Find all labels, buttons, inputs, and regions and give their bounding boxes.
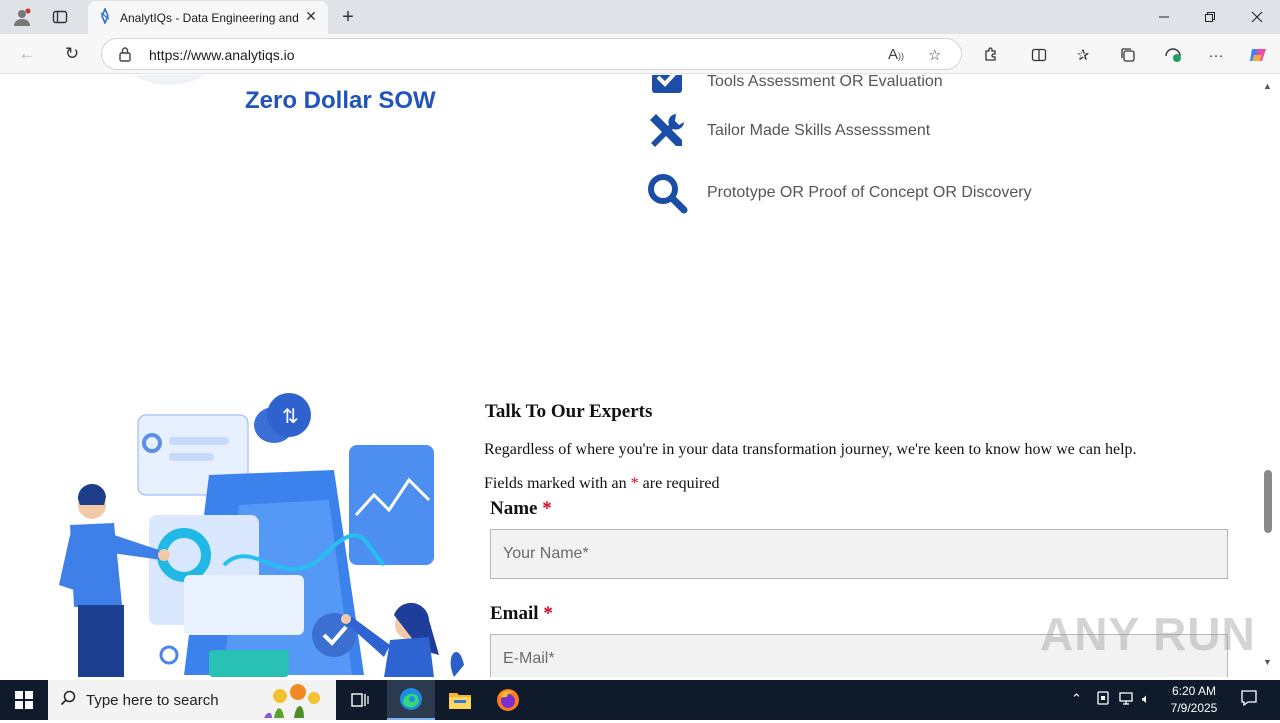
name-field[interactable] xyxy=(490,529,1228,579)
decorative-circle xyxy=(99,75,239,85)
browser-toolbar: ← ↻ https://www.analytiqs.io A)) ☆ ✰ ··· xyxy=(0,34,1280,74)
browser-essentials-icon[interactable] xyxy=(1162,44,1184,66)
name-required-star: * xyxy=(542,498,552,519)
checkbox-icon xyxy=(646,75,688,103)
volume-icon[interactable]: 🔈︎ xyxy=(1142,691,1150,707)
read-aloud-icon[interactable]: A)) xyxy=(888,46,904,63)
feature-label: Tailor Made Skills Assesssment xyxy=(707,122,931,139)
anyrun-watermark: ANY RUN xyxy=(1040,608,1256,660)
task-view-icon[interactable] xyxy=(336,680,384,720)
required-note-suffix: are required xyxy=(642,475,720,492)
back-icon[interactable]: ← xyxy=(16,43,38,65)
name-label: Name * xyxy=(490,498,552,520)
required-note: Fields marked with an * are required xyxy=(484,475,719,493)
clock-date: 7/9/2025 xyxy=(1170,701,1218,715)
tray-chevron-up-icon[interactable]: ⌃ xyxy=(1071,691,1082,707)
flowers-decoration-icon xyxy=(260,682,336,723)
file-explorer-icon[interactable] xyxy=(436,680,484,720)
windows-taskbar: Type here to search ⌃ 🔈︎ 6:20 AM 7/9/202… xyxy=(0,680,1280,720)
windows-start-icon[interactable] xyxy=(0,680,48,720)
firefox-icon[interactable] xyxy=(484,680,532,720)
minimize-icon[interactable] xyxy=(1149,5,1179,29)
close-window-icon[interactable] xyxy=(1242,5,1272,29)
copilot-icon[interactable] xyxy=(1247,44,1269,66)
webpage-content: Zero Dollar SOW Tools Assessment OR Eval… xyxy=(4,75,1260,677)
search-icon xyxy=(646,172,688,214)
tray-device-icon[interactable] xyxy=(1096,691,1110,708)
tab-bar: AnalytIQs - Data Engineering and ✕ + xyxy=(0,0,1280,34)
collections-icon[interactable] xyxy=(1117,44,1139,66)
favorite-star-icon[interactable]: ☆ xyxy=(928,46,941,64)
talk-to-experts-heading: Talk To Our Experts xyxy=(485,401,653,422)
site-favicon-icon xyxy=(98,6,112,27)
scroll-up-arrow-icon[interactable]: ▲ xyxy=(1263,81,1272,91)
feature-item-tools-assessment: Tools Assessment OR Evaluation xyxy=(646,75,943,103)
scroll-down-arrow-icon[interactable]: ▼ xyxy=(1263,657,1272,667)
email-required-star: * xyxy=(543,603,553,624)
email-label: Email * xyxy=(490,603,553,625)
feature-item-prototype: Prototype OR Proof of Concept OR Discove… xyxy=(646,172,1032,214)
address-bar[interactable]: https://www.analytiqs.io A)) ☆ xyxy=(101,38,962,70)
favorites-icon[interactable]: ✰ xyxy=(1072,44,1094,66)
taskbar-search-box[interactable]: Type here to search xyxy=(48,680,336,720)
email-label-text: Email xyxy=(490,603,539,624)
experts-description: Regardless of where you're in your data … xyxy=(484,441,1137,458)
edge-browser-icon[interactable] xyxy=(387,680,435,720)
page-scrollbar[interactable]: ▲ ▼ xyxy=(1260,75,1276,677)
name-label-text: Name xyxy=(490,498,538,519)
tools-icon xyxy=(646,110,688,152)
data-analytics-illustration: ⇅ xyxy=(34,375,474,677)
scrollbar-thumb[interactable] xyxy=(1264,470,1272,533)
feature-label: Prototype OR Proof of Concept OR Discove… xyxy=(707,184,1032,201)
lock-icon[interactable] xyxy=(118,46,132,65)
refresh-icon[interactable]: ↻ xyxy=(61,43,83,65)
clock-time: 6:20 AM xyxy=(1171,684,1217,698)
network-icon[interactable] xyxy=(1119,691,1135,708)
tab-title: AnalytIQs - Data Engineering and xyxy=(120,10,298,25)
search-icon xyxy=(60,690,76,711)
new-tab-icon[interactable]: + xyxy=(338,6,358,28)
system-clock[interactable]: 6:20 AM 7/9/2025 xyxy=(1166,683,1222,717)
more-options-icon[interactable]: ··· xyxy=(1205,44,1227,66)
svg-text:⇅: ⇅ xyxy=(282,404,299,428)
required-note-prefix: Fields marked with an xyxy=(484,475,627,492)
extensions-icon[interactable] xyxy=(980,44,1002,66)
feature-item-skills-assessment: Tailor Made Skills Assesssment xyxy=(646,110,930,152)
feature-label: Tools Assessment OR Evaluation xyxy=(707,75,943,90)
search-placeholder: Type here to search xyxy=(86,691,219,709)
tab-analytiqs[interactable]: AnalytIQs - Data Engineering and ✕ xyxy=(88,1,328,34)
restore-icon[interactable] xyxy=(1195,5,1225,29)
profile-icon[interactable] xyxy=(12,7,32,27)
required-star: * xyxy=(630,475,639,492)
split-screen-icon[interactable] xyxy=(1028,44,1050,66)
tab-actions-icon[interactable] xyxy=(50,7,70,27)
notifications-icon[interactable] xyxy=(1240,689,1258,710)
zero-dollar-sow-heading: Zero Dollar SOW xyxy=(245,87,436,114)
url-text[interactable]: https://www.analytiqs.io xyxy=(149,47,295,63)
close-tab-icon[interactable]: ✕ xyxy=(302,8,320,25)
